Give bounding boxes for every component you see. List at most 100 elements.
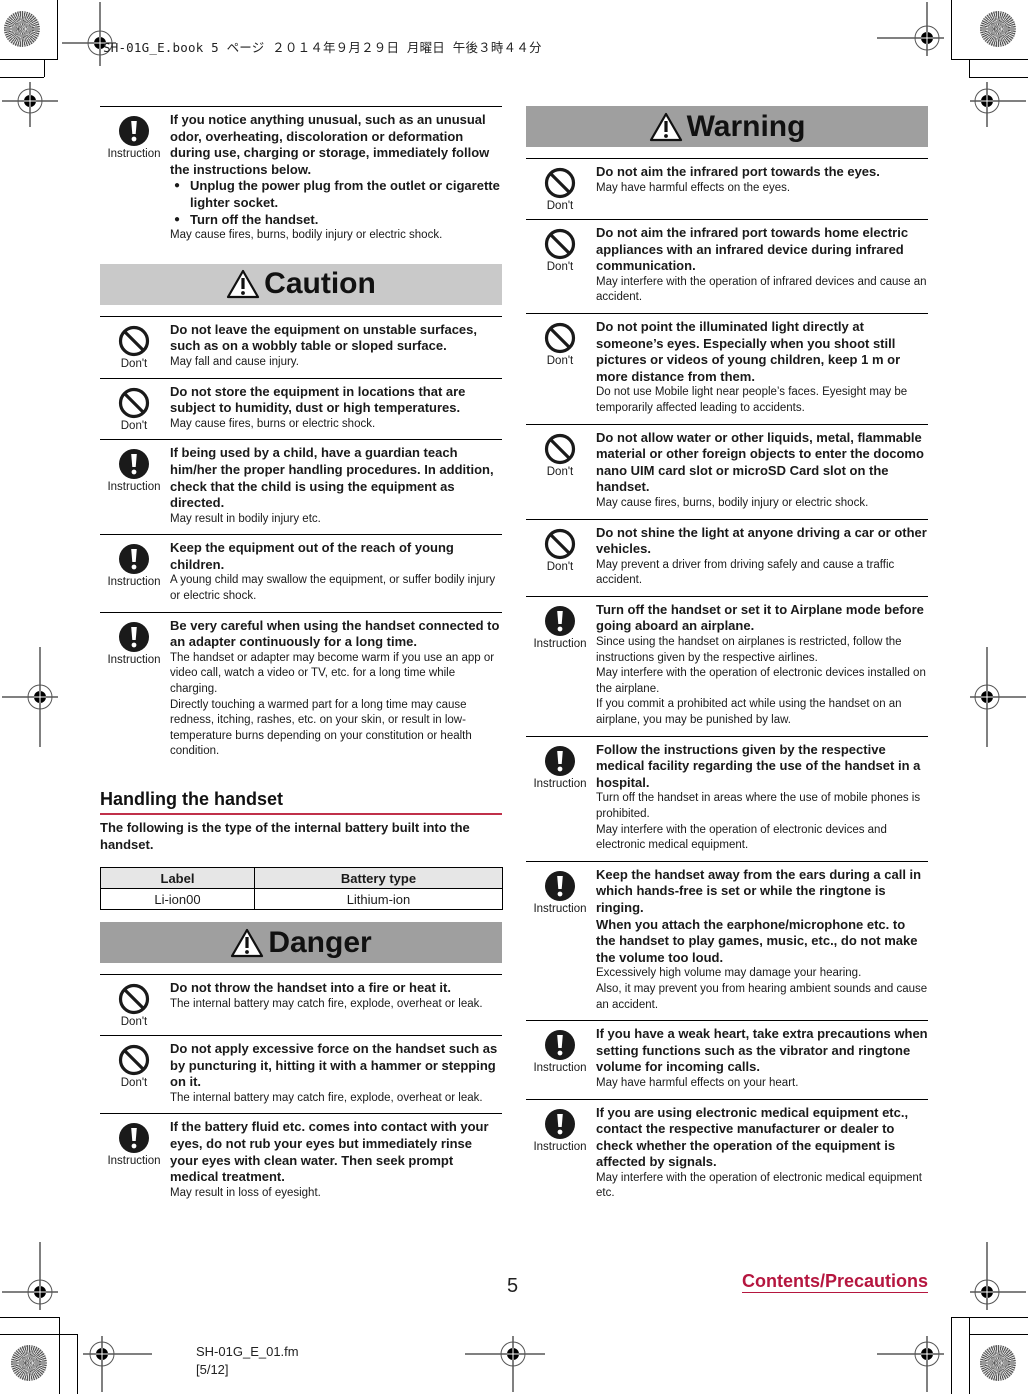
prohibition-icon	[544, 322, 576, 354]
item-note: The handset or adapter may become warm i…	[170, 651, 495, 696]
warning-triangle-icon	[231, 928, 264, 957]
exclamation-icon	[545, 1030, 575, 1061]
item-note: May interfere with the operation of elec…	[596, 1171, 923, 1200]
item-heading: Do not apply excessive force on the hand…	[170, 1041, 498, 1090]
precaution-item: Don't Do not throw the handset into a fir…	[100, 974, 502, 1035]
crosshair-icon	[877, 2, 944, 56]
icon-label: Don't	[546, 560, 574, 573]
section-title: Handling the handset	[100, 789, 502, 815]
prohibition-icon	[544, 228, 576, 260]
crosshair-icon	[970, 647, 1026, 747]
precaution-item: Instruction Be very careful when using th…	[100, 611, 502, 767]
icon-label: Instruction	[107, 1155, 161, 1168]
crosshair-icon	[2, 82, 58, 127]
icon-label: Instruction	[533, 1140, 587, 1153]
cell-label: Li-ion00	[100, 888, 255, 910]
warning-triangle-icon	[226, 269, 264, 299]
precaution-item: Instruction If you notice anything unusu…	[100, 106, 502, 251]
item-note: A young child may swallow the equipment,…	[170, 574, 496, 603]
item-note: May have harmful effects on your heart.	[596, 1076, 799, 1089]
prohibition-icon	[544, 433, 576, 464]
banner-title: Caution	[264, 267, 376, 301]
precaution-item: Don't Do not aim the infrared port toward…	[526, 219, 928, 313]
item-heading: When you attach the earphone/microphone …	[596, 916, 918, 965]
item-note: May prevent a driver from driving safely…	[596, 558, 895, 587]
item-heading: Do not leave the equipment on unstable s…	[170, 321, 478, 354]
item-note: Since using the handset on airplanes is …	[596, 636, 902, 664]
prohibition-icon	[118, 325, 150, 356]
item-note: May interfere with the operation of elec…	[596, 667, 926, 695]
prohibition-icon	[118, 1044, 150, 1076]
crosshair-icon	[970, 1242, 1026, 1310]
precaution-item: Don't Do not apply excessive force on the…	[100, 1035, 502, 1113]
exclamation-icon	[119, 116, 149, 146]
precaution-item: Instruction If being used by a child, hav…	[100, 439, 502, 534]
source-page-range: [5/12]	[196, 1362, 229, 1377]
page-number: 5	[507, 1275, 519, 1297]
item-heading: Keep the equipment out of the reach of y…	[170, 540, 454, 572]
column-header-label: Label	[100, 867, 255, 889]
caution-list: Don't Do not leave the equipment on unsta…	[100, 315, 502, 767]
warning-triangle-icon	[649, 112, 687, 142]
icon-label: Instruction	[533, 1062, 587, 1075]
item-heading: Follow the instructions given by the res…	[596, 741, 921, 790]
item-note: The internal battery may catch fire, exp…	[170, 1091, 483, 1104]
left-column: Instruction If you notice anything unusu…	[100, 106, 504, 1208]
warning-triangle-icon	[649, 112, 682, 141]
icon-label: Don't	[546, 465, 574, 478]
precaution-item: Don't Do not point the illuminated light …	[526, 312, 928, 424]
icon-label: Instruction	[533, 902, 587, 915]
icon-label: Instruction	[533, 637, 587, 650]
warning-list: Don't Do not aim the infrared port toward…	[526, 158, 928, 1209]
precaution-item: Don't Do not aim the infrared port toward…	[526, 158, 928, 219]
item-note: May cause fires, burns, bodily injury or…	[170, 229, 443, 242]
item-note: May interfere with the operation of infr…	[596, 275, 927, 304]
item-note: May result in bodily injury etc.	[170, 512, 321, 525]
item-note: The internal battery may catch fire, exp…	[170, 997, 483, 1010]
crosshair-icon	[970, 82, 1026, 127]
item-heading: If being used by a child, have a guardia…	[170, 445, 494, 511]
source-file-info: SH-01G_E_01.fm [5/12]	[196, 1343, 299, 1379]
item-heading: If the battery fluid etc. comes into con…	[170, 1119, 489, 1185]
icon-label: Instruction	[107, 576, 161, 589]
battery-table: Label Battery type Li-ion00 Lithium-ion	[100, 867, 504, 910]
prohibition-icon	[118, 983, 150, 1015]
right-column: Warning Don't Do not aim the infrared por…	[526, 106, 928, 1209]
precaution-item: Don't Do not shine the light at anyone dr…	[526, 518, 928, 596]
precaution-item: Instruction If you have a weak heart, tak…	[526, 1020, 928, 1098]
cell-battery-type: Lithium-ion	[253, 888, 504, 910]
section-link-contents-precautions[interactable]: Contents/Precautions	[741, 1271, 928, 1293]
prohibition-icon	[544, 528, 576, 559]
section-intro: The following is the type of the interna…	[100, 820, 470, 852]
item-heading: Do not point the illuminated light direc…	[596, 318, 901, 384]
item-heading: Do not aim the infrared port towards the…	[596, 164, 880, 179]
exclamation-icon	[545, 745, 575, 776]
item-note: May result in loss of eyesight.	[170, 1186, 321, 1199]
table-row: Li-ion00 Lithium-ion	[100, 888, 504, 910]
exclamation-icon	[119, 544, 149, 575]
item-note: Directly touching a warmed part for a lo…	[170, 698, 472, 758]
item-heading: If you are using electronic medical equi…	[596, 1104, 909, 1170]
exclamation-icon	[119, 621, 149, 652]
icon-label: Don't	[546, 261, 574, 273]
icon-label: Instruction	[533, 777, 587, 790]
item-heading: Do not aim the infrared port towards hom…	[596, 225, 909, 274]
item-heading: Do not allow water or other liquids, met…	[596, 429, 924, 495]
item-heading: Keep the handset away from the ears duri…	[596, 866, 922, 915]
banner-title: Warning	[686, 109, 806, 143]
bullet-item: ● Turn off the handset.	[170, 212, 502, 229]
item-heading: If you have a weak heart, take extra pre…	[596, 1026, 928, 1075]
precaution-item: Don't Do not leave the equipment on unsta…	[100, 315, 502, 378]
precaution-item: Don't Do not allow water or other liquids…	[526, 423, 928, 519]
caution-banner: Caution	[100, 263, 502, 305]
exclamation-icon	[119, 1123, 149, 1154]
icon-label: Don't	[120, 357, 148, 370]
icon-label: Instruction	[107, 148, 161, 160]
crosshair-icon	[83, 1336, 152, 1392]
bullet-item: ● Unplug the power plug from the outlet o…	[170, 178, 502, 211]
prohibition-icon	[118, 387, 150, 418]
bullet-icon: ●	[174, 213, 181, 225]
print-header: SH-01G_E.book 5 ページ ２０１４年９月２９日 月曜日 午後３時４…	[103, 40, 542, 55]
warning-triangle-icon	[227, 270, 260, 299]
item-note: If you commit a prohibited act while usi…	[596, 698, 902, 727]
